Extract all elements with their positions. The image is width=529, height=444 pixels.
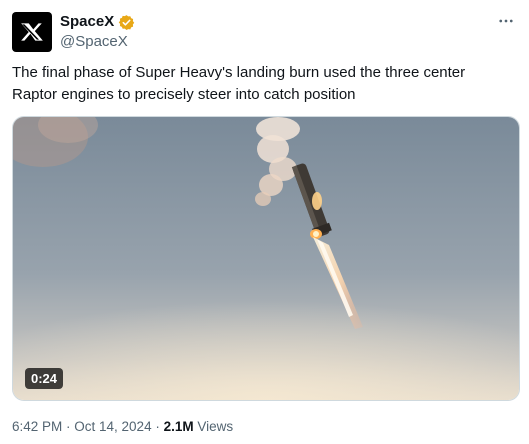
views-label: Views: [193, 419, 234, 434]
tweet-timestamp[interactable]: 6:42 PM · Oct 14, 2024: [12, 419, 152, 434]
meta-separator: ·: [151, 419, 164, 434]
tweet-card: SpaceX @SpaceX The final phase of Super …: [0, 0, 529, 444]
tweet-meta: 6:42 PM · Oct 14, 2024 · 2.1M Views: [12, 418, 233, 436]
author-display-name[interactable]: SpaceX: [60, 13, 114, 31]
video-player[interactable]: 0:24: [12, 116, 520, 401]
video-thumbnail: [13, 117, 519, 400]
author-handle[interactable]: @SpaceX: [60, 33, 128, 51]
more-options-button[interactable]: [495, 10, 517, 32]
verified-badge-icon: [118, 14, 135, 30]
author-name-row: SpaceX: [60, 13, 135, 31]
avatar[interactable]: [12, 12, 52, 52]
more-horizontal-icon: [499, 19, 513, 23]
views-count[interactable]: 2.1M: [164, 419, 194, 434]
x-logo-icon: [21, 23, 43, 41]
video-duration-badge: 0:24: [25, 368, 64, 389]
tweet-text: The final phase of Super Heavy's landing…: [12, 64, 466, 103]
